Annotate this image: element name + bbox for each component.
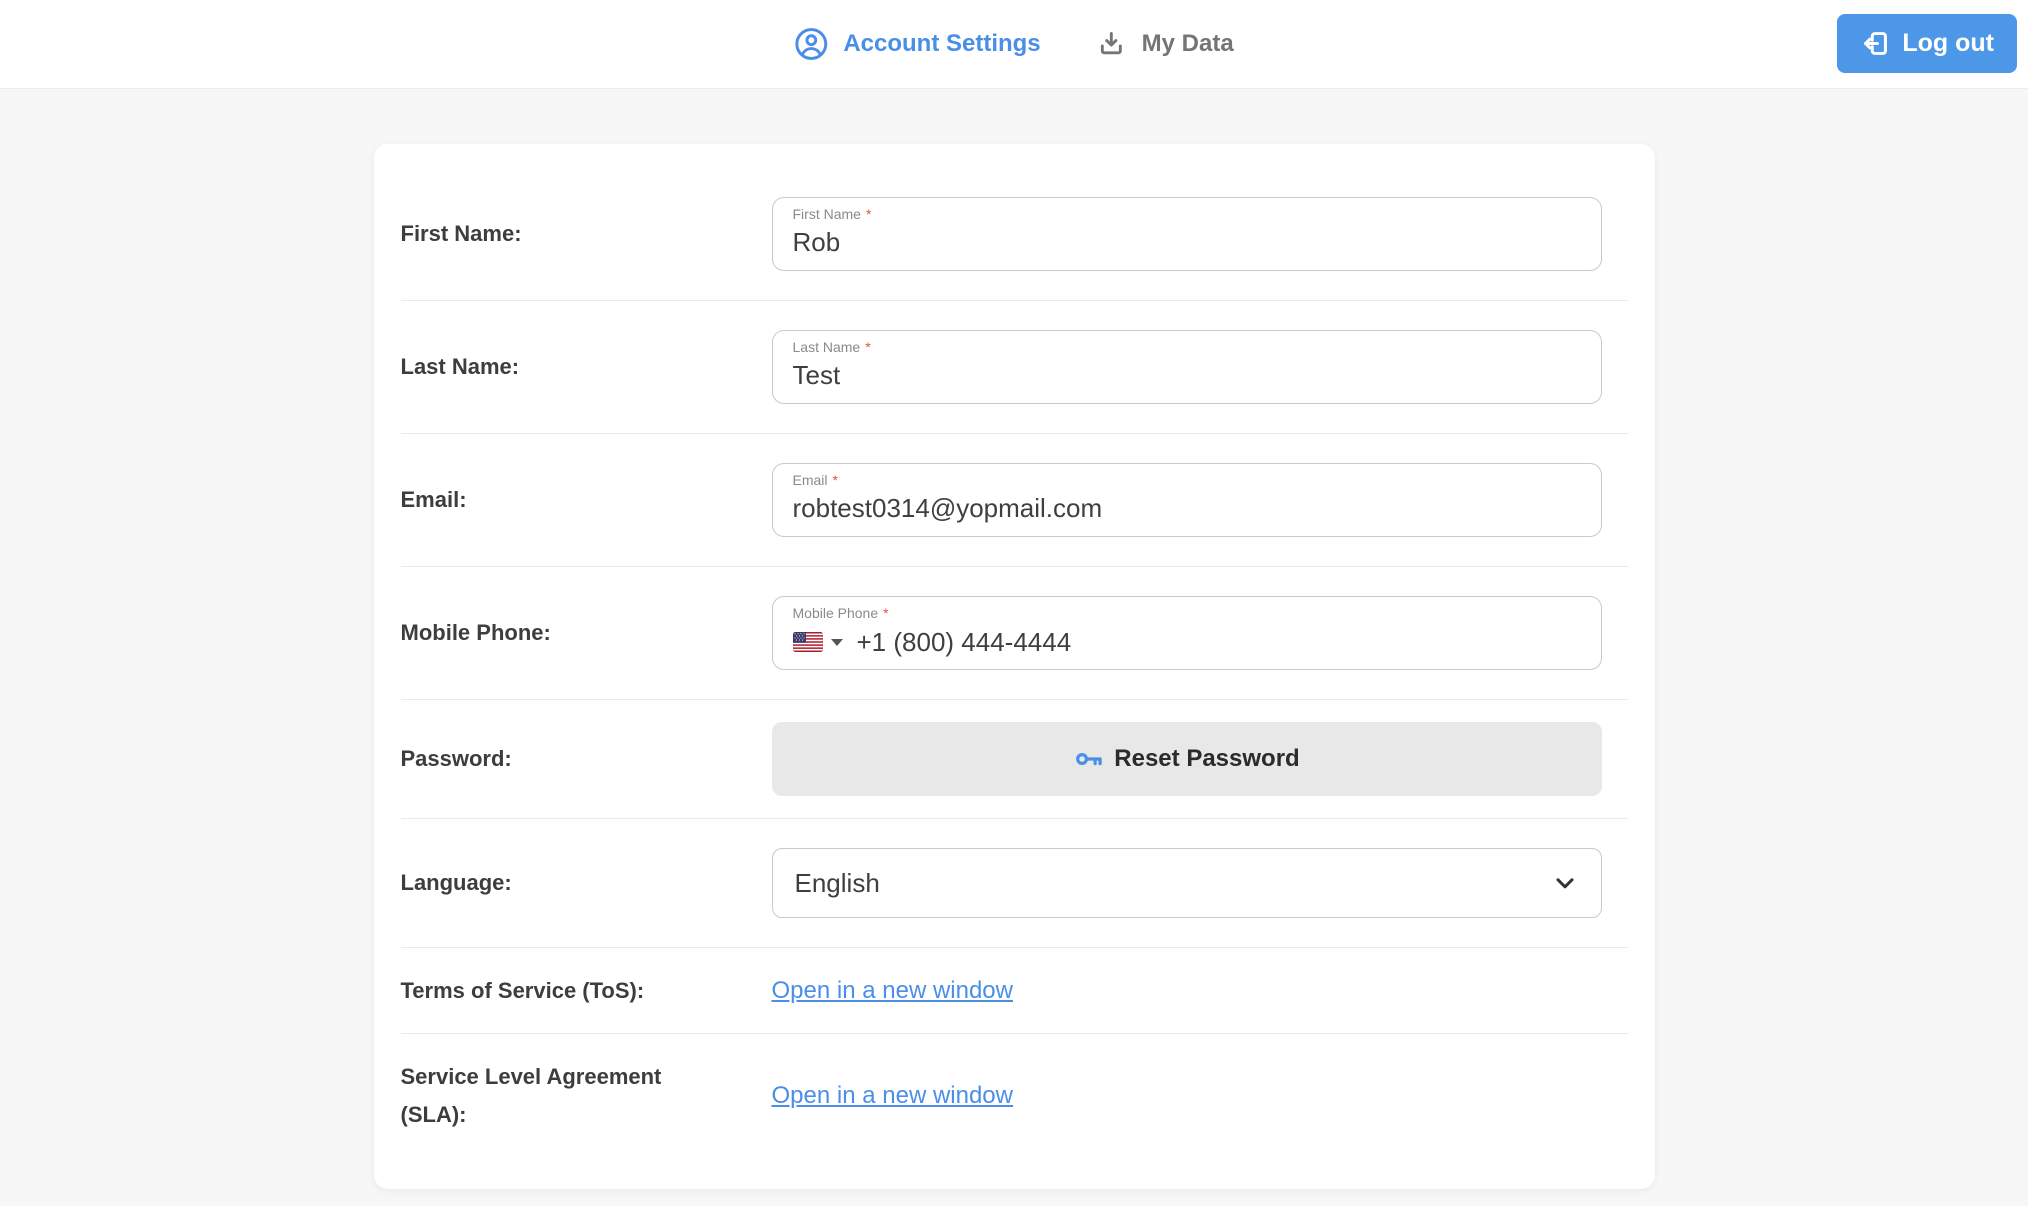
logout-icon — [1860, 28, 1891, 59]
password-field: Reset Password — [771, 722, 1602, 796]
mobile-phone-input[interactable] — [856, 626, 1581, 658]
mobile-phone-floating-label: Mobile Phone * — [793, 605, 1581, 623]
field-label-text: Email — [792, 472, 828, 488]
mobile-phone-row-label: Mobile Phone: — [400, 620, 551, 646]
field-label-text: Last Name — [792, 339, 861, 355]
tos-field: Open in a new window — [772, 977, 1602, 1005]
form-row-password: Password: Reset Password — [400, 700, 1628, 819]
field-label-text: First Name — [792, 206, 861, 222]
chevron-down-icon — [1551, 869, 1579, 897]
tos-open-link[interactable]: Open in a new window — [772, 977, 1013, 1004]
language-selected-value: English — [794, 867, 880, 898]
field-label-text: Mobile Phone — [792, 605, 879, 621]
tab-my-data[interactable]: My Data — [1097, 29, 1234, 59]
tab-account-settings[interactable]: Account Settings — [794, 27, 1041, 61]
logout-button[interactable]: Log out — [1837, 14, 2017, 73]
last-name-floating-label: Last Name * — [793, 339, 1581, 357]
account-settings-card: First Name: First Name* Last Name: Last … — [373, 144, 1655, 1189]
top-bar: Account Settings My Data Log out — [0, 0, 2028, 89]
last-name-field: Last Name * — [771, 330, 1602, 404]
first-name-row-label: First Name: — [400, 221, 522, 247]
last-name-input-box: Last Name * — [771, 330, 1602, 404]
download-icon — [1097, 29, 1127, 59]
required-asterisk: * — [865, 339, 871, 355]
sla-open-link[interactable]: Open in a new window — [772, 1082, 1013, 1109]
header-tabs: Account Settings My Data — [794, 0, 1234, 88]
sla-field: Open in a new window — [772, 1082, 1602, 1110]
first-name-field: First Name * — [771, 197, 1602, 271]
language-select[interactable]: English — [771, 848, 1602, 918]
reset-password-button[interactable]: Reset Password — [771, 722, 1602, 796]
mobile-phone-field: Mobile Phone * — [771, 596, 1602, 670]
password-row-label: Password: — [400, 746, 512, 772]
key-icon — [1073, 743, 1105, 775]
main-content: First Name: First Name* Last Name: Last … — [0, 144, 2028, 1189]
sla-row-label: Service Level Agreement (SLA): — [401, 1058, 772, 1133]
last-name-row-label: Last Name: — [400, 354, 520, 380]
phone-input-line — [792, 626, 1581, 658]
form-row-terms-of-service: Terms of Service (ToS): Open in a new wi… — [400, 948, 1628, 1035]
form-row-mobile-phone: Mobile Phone: Mobile Phone * — [400, 567, 1628, 700]
form-row-email: Email: Email * — [400, 434, 1628, 567]
reset-password-label: Reset Password — [1114, 745, 1300, 772]
language-field: English — [771, 848, 1602, 918]
email-field: Email * — [771, 463, 1602, 537]
language-row-label: Language: — [400, 870, 512, 896]
tab-label: Account Settings — [843, 30, 1041, 57]
first-name-input-box: First Name * — [771, 197, 1602, 271]
first-name-floating-label: First Name * — [793, 206, 1581, 224]
country-dropdown-caret-icon[interactable] — [830, 638, 843, 646]
required-asterisk: * — [865, 206, 872, 222]
form-row-last-name: Last Name: Last Name * — [400, 301, 1628, 434]
email-input-box: Email * — [771, 463, 1602, 537]
tos-row-label: Terms of Service (ToS): — [400, 978, 645, 1003]
logout-label: Log out — [1902, 29, 1994, 57]
email-input[interactable] — [792, 492, 1581, 524]
first-name-input[interactable] — [792, 226, 1581, 258]
form-row-language: Language: English — [400, 819, 1628, 948]
sla-row-label-text: Service Level Agreement (SLA): — [400, 1064, 662, 1127]
form-row-first-name: First Name: First Name * — [400, 168, 1628, 301]
required-asterisk: * — [883, 605, 889, 621]
required-asterisk: * — [832, 472, 838, 488]
us-flag-icon[interactable] — [792, 632, 823, 652]
user-circle-icon — [794, 27, 828, 61]
form-row-service-level-agreement: Service Level Agreement (SLA): Open in a… — [401, 1034, 1628, 1161]
tab-label: My Data — [1141, 30, 1234, 57]
last-name-input[interactable] — [792, 359, 1581, 391]
mobile-phone-input-box: Mobile Phone * — [771, 596, 1602, 670]
email-row-label: Email: — [400, 487, 467, 513]
email-floating-label: Email * — [793, 472, 1581, 490]
